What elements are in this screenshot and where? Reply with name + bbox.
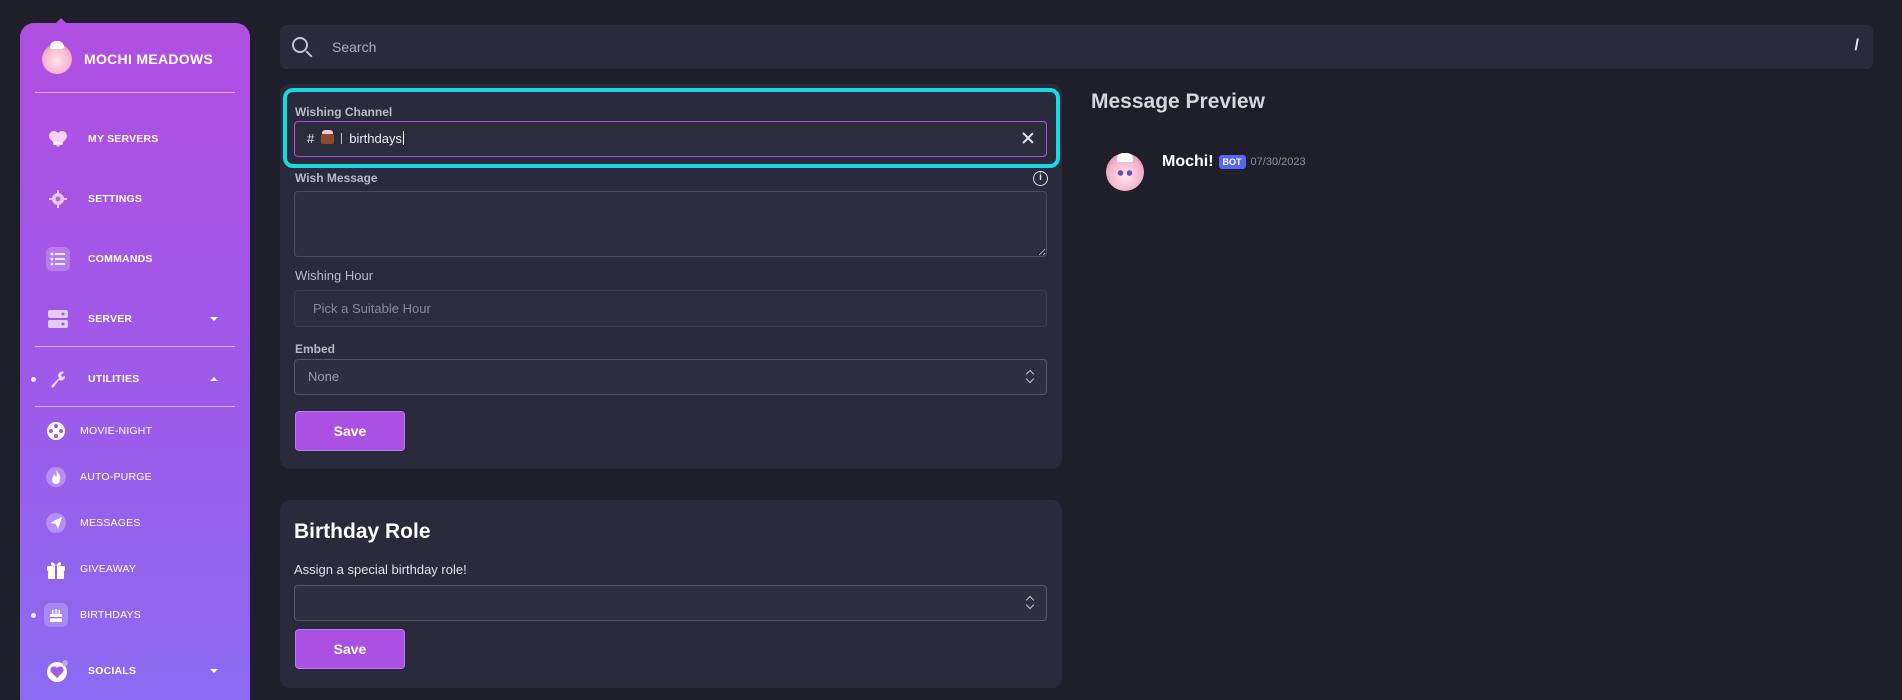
card-subtitle: Assign a special birthday role! — [294, 562, 467, 577]
sidebar-item-label: MY SERVERS — [88, 133, 159, 145]
sidebar-divider — [35, 406, 235, 407]
gift-icon — [44, 557, 68, 581]
channel-name: birthdays — [349, 131, 404, 146]
search-shortcut-hint: / — [1854, 37, 1859, 54]
wishing-hour-label: Wishing Hour — [295, 268, 374, 283]
heart-icon — [46, 127, 70, 151]
birthday-role-card: Birthday Role Assign a special birthday … — [280, 500, 1062, 688]
wish-settings-card: Wishing Channel # birthdays Wish Message… — [280, 84, 1062, 469]
embed-value: None — [308, 369, 340, 384]
birthday-role-select[interactable] — [294, 585, 1047, 621]
sidebar-item-movie-night[interactable]: MOVIE-NIGHT — [20, 413, 250, 449]
list-icon — [46, 247, 70, 271]
flame-icon — [44, 465, 68, 489]
sidebar-divider — [35, 346, 235, 347]
sidebar-item-label: SETTINGS — [88, 193, 143, 205]
sidebar-item-birthdays[interactable]: BIRTHDAYS — [20, 597, 250, 633]
wishing-channel-label: Wishing Channel — [295, 105, 393, 119]
sidebar-item-label: MESSAGES — [80, 517, 141, 529]
sidebar-item-label: SOCIALS — [88, 665, 137, 677]
sidebar-item-my-servers[interactable]: MY SERVERS — [20, 121, 250, 157]
active-dot — [31, 376, 36, 382]
sidebar-item-giveaway[interactable]: GIVEAWAY — [20, 551, 250, 587]
wrench-icon — [46, 367, 70, 391]
wish-message-label: Wish Message — [295, 171, 378, 185]
separator — [341, 133, 343, 144]
brand[interactable]: MOCHI MEADOWS — [42, 39, 213, 79]
embed-label: Embed — [295, 342, 336, 356]
sidebar-divider — [35, 92, 235, 93]
clear-icon[interactable] — [1020, 130, 1036, 146]
gear-icon — [46, 187, 70, 211]
wish-message-textarea[interactable] — [294, 191, 1047, 257]
sidebar-item-label: COMMANDS — [88, 253, 153, 265]
message-timestamp: 07/30/2023 — [1250, 156, 1306, 168]
message-author: Mochi! — [1162, 153, 1214, 170]
wishing-channel-select[interactable]: # birthdays — [294, 121, 1047, 157]
channel-value: # birthdays — [307, 130, 404, 146]
sidebar-item-messages[interactable]: MESSAGES — [20, 505, 250, 541]
heart-badge-icon — [46, 659, 70, 683]
embed-select[interactable]: None — [294, 359, 1047, 395]
sidebar-item-settings[interactable]: SETTINGS — [20, 181, 250, 217]
server-icon — [46, 307, 70, 331]
sidebar-item-server[interactable]: SERVER — [20, 301, 250, 337]
preview-title: Message Preview — [1091, 90, 1265, 113]
bot-avatar — [1106, 153, 1144, 191]
server-name: MOCHI MEADOWS — [84, 51, 214, 67]
sidebar-item-label: GIVEAWAY — [80, 563, 137, 575]
sidebar-item-utilities[interactable]: UTILITIES — [20, 361, 250, 397]
save-button[interactable]: Save — [295, 629, 405, 669]
search-input[interactable] — [332, 35, 1782, 59]
info-icon[interactable]: i — [1033, 171, 1048, 186]
sidebar-item-label: UTILITIES — [88, 373, 140, 385]
sidebar-item-auto-purge[interactable]: AUTO-PURGE — [20, 459, 250, 495]
chevron-down-icon[interactable] — [210, 669, 218, 673]
active-dot — [31, 612, 36, 618]
bot-badge: BOT — [1218, 155, 1246, 169]
film-reel-icon — [44, 419, 68, 443]
cake-icon — [44, 603, 68, 627]
sidebar-item-commands[interactable]: COMMANDS — [20, 241, 250, 277]
hash-icon: # — [307, 131, 315, 146]
search-bar: / — [280, 25, 1873, 69]
card-title: Birthday Role — [294, 520, 431, 543]
chevron-down-icon[interactable] — [210, 317, 218, 321]
search-icon — [292, 37, 308, 53]
chevron-up-icon[interactable] — [210, 377, 218, 381]
message-header: Mochi! BOT 07/30/2023 — [1162, 153, 1306, 171]
up-down-chevron-icon — [1026, 596, 1034, 610]
sidebar-item-label: MOVIE-NIGHT — [80, 425, 153, 437]
save-button[interactable]: Save — [295, 411, 405, 451]
server-avatar — [42, 41, 72, 74]
paper-plane-icon — [44, 511, 68, 535]
cake-emoji-icon — [321, 130, 335, 144]
sidebar-item-label: SERVER — [88, 313, 133, 325]
wishing-hour-select[interactable]: Pick a Suitable Hour — [294, 290, 1047, 327]
sidebar-item-socials[interactable]: SOCIALS — [20, 653, 250, 689]
up-down-chevron-icon — [1026, 370, 1034, 384]
sidebar-item-label: BIRTHDAYS — [80, 609, 141, 621]
sidebar: MOCHI MEADOWS MY SERVERS SETTINGS COMMAN… — [20, 23, 250, 700]
sidebar-item-label: AUTO-PURGE — [80, 471, 152, 483]
